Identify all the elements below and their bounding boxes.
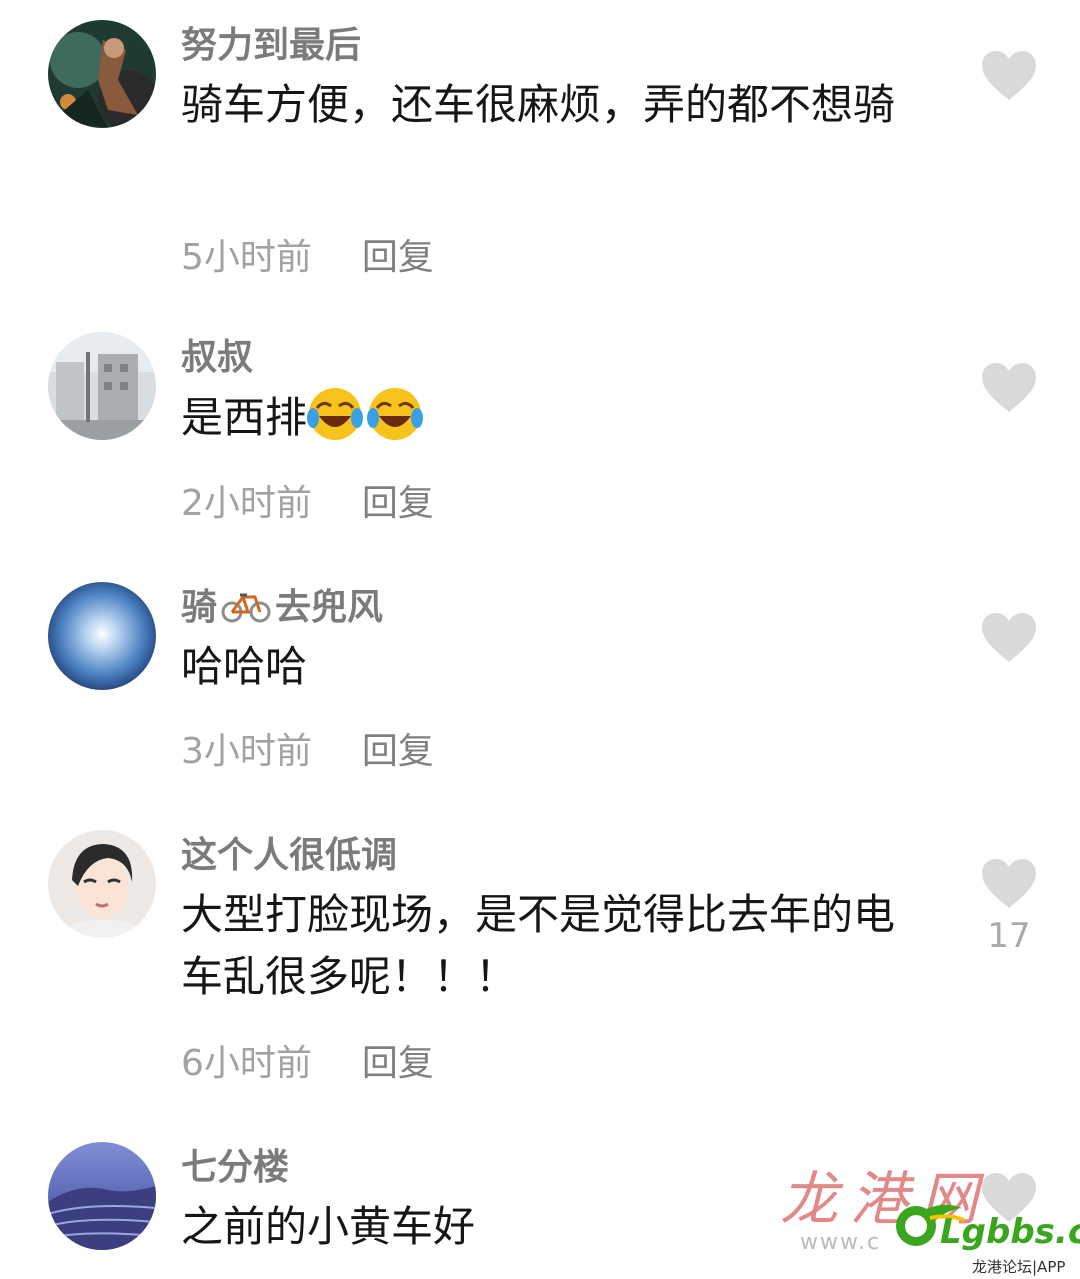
comment-meta: 2小时前 回复 <box>181 482 434 526</box>
comment-meta: 6小时前 回复 <box>181 1042 434 1086</box>
avatar[interactable] <box>48 582 156 690</box>
like-button[interactable] <box>978 612 1040 670</box>
laugh-cry-emoji <box>307 388 364 440</box>
comment-time: 5小时前 <box>181 237 312 278</box>
reply-button[interactable]: 回复 <box>362 1043 434 1084</box>
bicycle-emoji <box>221 593 271 623</box>
watermark-url: www.c <box>800 1230 882 1255</box>
comment-meta: 3小时前 回复 <box>181 730 434 774</box>
comment-text-body: 是西排 <box>181 393 308 442</box>
comment-time: 3小时前 <box>181 731 312 772</box>
watermark: 龙港网 www.c Lgbbs.cn 龙港论坛|APP <box>780 1152 1080 1279</box>
watermark-sub: 龙港论坛|APP <box>972 1258 1066 1276</box>
avatar[interactable] <box>48 1142 156 1250</box>
comment-meta: 5小时前 回复 <box>181 236 434 280</box>
username-suffix: 去兜风 <box>275 587 384 628</box>
like-button[interactable] <box>978 362 1040 420</box>
avatar[interactable] <box>48 332 156 440</box>
username[interactable]: 叔叔 <box>181 336 253 380</box>
username[interactable]: 骑 去兜风 <box>181 586 383 630</box>
like-button[interactable] <box>978 50 1040 108</box>
reply-button[interactable]: 回复 <box>362 483 434 524</box>
heart-icon <box>982 613 1036 662</box>
username[interactable]: 七分楼 <box>181 1146 289 1190</box>
watermark-brand: Lgbbs.cn <box>940 1212 1080 1252</box>
comment-text: 骑车方便，还车很麻烦，弄的都不想骑 <box>181 80 896 129</box>
username[interactable]: 努力到最后 <box>181 24 361 68</box>
comment-text: 大型打脸现场，是不是觉得比去年的电车乱很多呢！！！ <box>181 890 896 1001</box>
like-button[interactable]: 17 <box>978 858 1040 956</box>
heart-icon <box>982 51 1036 100</box>
laugh-cry-emoji <box>367 388 424 440</box>
comment-text: 哈哈哈 <box>181 642 308 691</box>
avatar[interactable] <box>48 830 156 938</box>
reply-button[interactable]: 回复 <box>362 237 434 278</box>
username[interactable]: 这个人很低调 <box>181 834 397 878</box>
reply-button[interactable]: 回复 <box>362 731 434 772</box>
heart-icon <box>982 363 1036 412</box>
like-count: 17 <box>987 916 1031 956</box>
comment-text: 是西排 <box>181 386 921 449</box>
heart-icon <box>982 859 1036 908</box>
username-prefix: 骑 <box>181 587 218 628</box>
comment-time: 2小时前 <box>181 483 312 524</box>
avatar[interactable] <box>48 20 156 128</box>
comment-time: 6小时前 <box>181 1043 312 1084</box>
